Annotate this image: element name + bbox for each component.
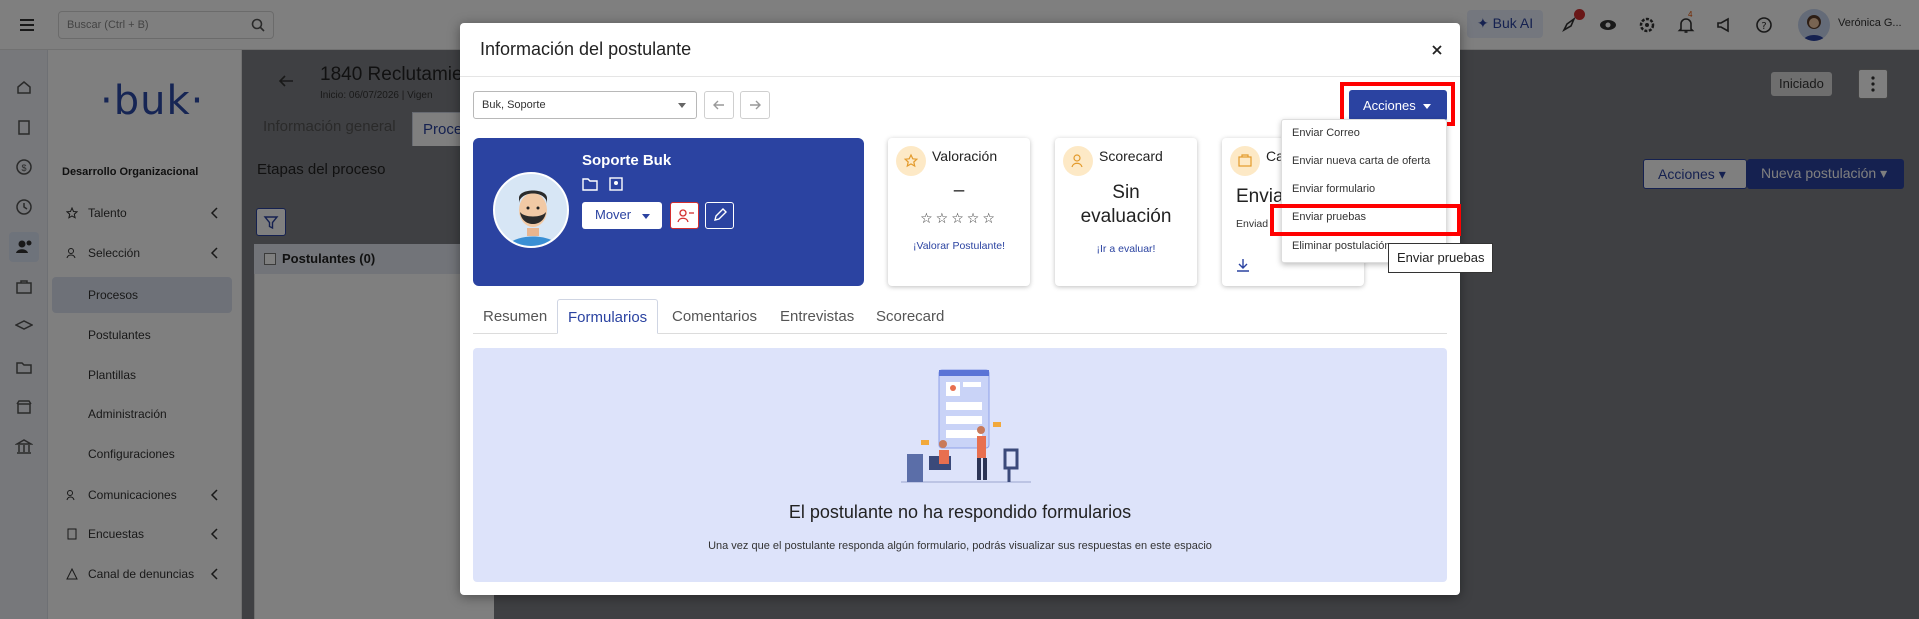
modal-title: Información del postulante [480, 39, 692, 59]
carta-sub: Enviad [1236, 218, 1269, 230]
menu-item-enviar-carta-oferta[interactable]: Enviar nueva carta de oferta [1282, 148, 1446, 176]
tab-comentarios[interactable]: Comentarios [662, 299, 767, 334]
edit-button[interactable] [705, 202, 734, 229]
menu-item-enviar-formulario[interactable]: Enviar formulario [1282, 176, 1446, 204]
mover-button[interactable]: Mover [582, 202, 662, 229]
tab-entrevistas[interactable]: Entrevistas [770, 299, 864, 334]
modal-tabs: Resumen Formularios Comentarios Entrevis… [473, 299, 1447, 334]
modal-header: Información del postulante [460, 23, 1460, 77]
applicant-name: Soporte Buk [582, 152, 672, 169]
tooltip: Enviar pruebas [1388, 243, 1494, 273]
evaluar-link[interactable]: ¡Ir a evaluar! [1055, 243, 1197, 255]
download-icon[interactable] [1236, 258, 1250, 277]
empty-forms-illustration [901, 366, 1031, 486]
empty-state-description: Una vez que el postulante responda algún… [708, 540, 1212, 552]
applicant-select-value: Buk, Soporte [482, 99, 546, 111]
valoracion-title: Valoración [932, 148, 998, 164]
chevron-down-icon [678, 103, 686, 108]
folder-icon[interactable] [582, 178, 598, 195]
scorecard-value-line2: evaluación [1080, 206, 1172, 227]
remove-applicant-button[interactable] [670, 202, 699, 229]
applicant-modal: Información del postulante Buk, Soporte … [460, 23, 1460, 595]
applicant-avatar [493, 172, 569, 248]
empty-state: El postulante no ha respondido formulari… [473, 348, 1447, 582]
valorar-link[interactable]: ¡Valorar Postulante! [888, 240, 1030, 252]
chevron-down-icon [642, 214, 650, 219]
tab-scorecard[interactable]: Scorecard [866, 299, 954, 334]
id-card-icon[interactable] [608, 177, 624, 195]
previous-applicant-button[interactable] [704, 91, 734, 119]
scorecard-title: Scorecard [1099, 148, 1163, 164]
rating-stars[interactable]: ☆☆☆☆☆ [888, 210, 1030, 227]
menu-item-enviar-correo[interactable]: Enviar Correo [1282, 120, 1446, 148]
scorecard-value-line1: Sin [1112, 182, 1140, 203]
mover-label: Mover [595, 207, 632, 222]
person-edit-icon [1063, 146, 1093, 176]
scorecard-card: Scorecard Sin evaluación ¡Ir a evaluar! [1055, 138, 1197, 286]
highlight-enviar-pruebas [1270, 204, 1461, 236]
empty-state-title: El postulante no ha respondido formulari… [788, 502, 1132, 522]
valoracion-card: Valoración – ☆☆☆☆☆ ¡Valorar Postulante! [888, 138, 1030, 286]
tab-resumen[interactable]: Resumen [473, 299, 557, 334]
profile-icons [582, 177, 624, 196]
profile-card: Soporte Buk Mover [473, 138, 864, 286]
acciones-menu: Enviar Correo Enviar nueva carta de ofer… [1281, 119, 1447, 263]
star-icon [896, 146, 926, 176]
next-applicant-button[interactable] [740, 91, 770, 119]
applicant-select[interactable]: Buk, Soporte [473, 91, 697, 119]
tab-formularios[interactable]: Formularios [557, 299, 659, 334]
close-icon[interactable] [1428, 41, 1446, 59]
briefcase-icon [1230, 146, 1260, 176]
valoracion-value: – [953, 180, 965, 201]
